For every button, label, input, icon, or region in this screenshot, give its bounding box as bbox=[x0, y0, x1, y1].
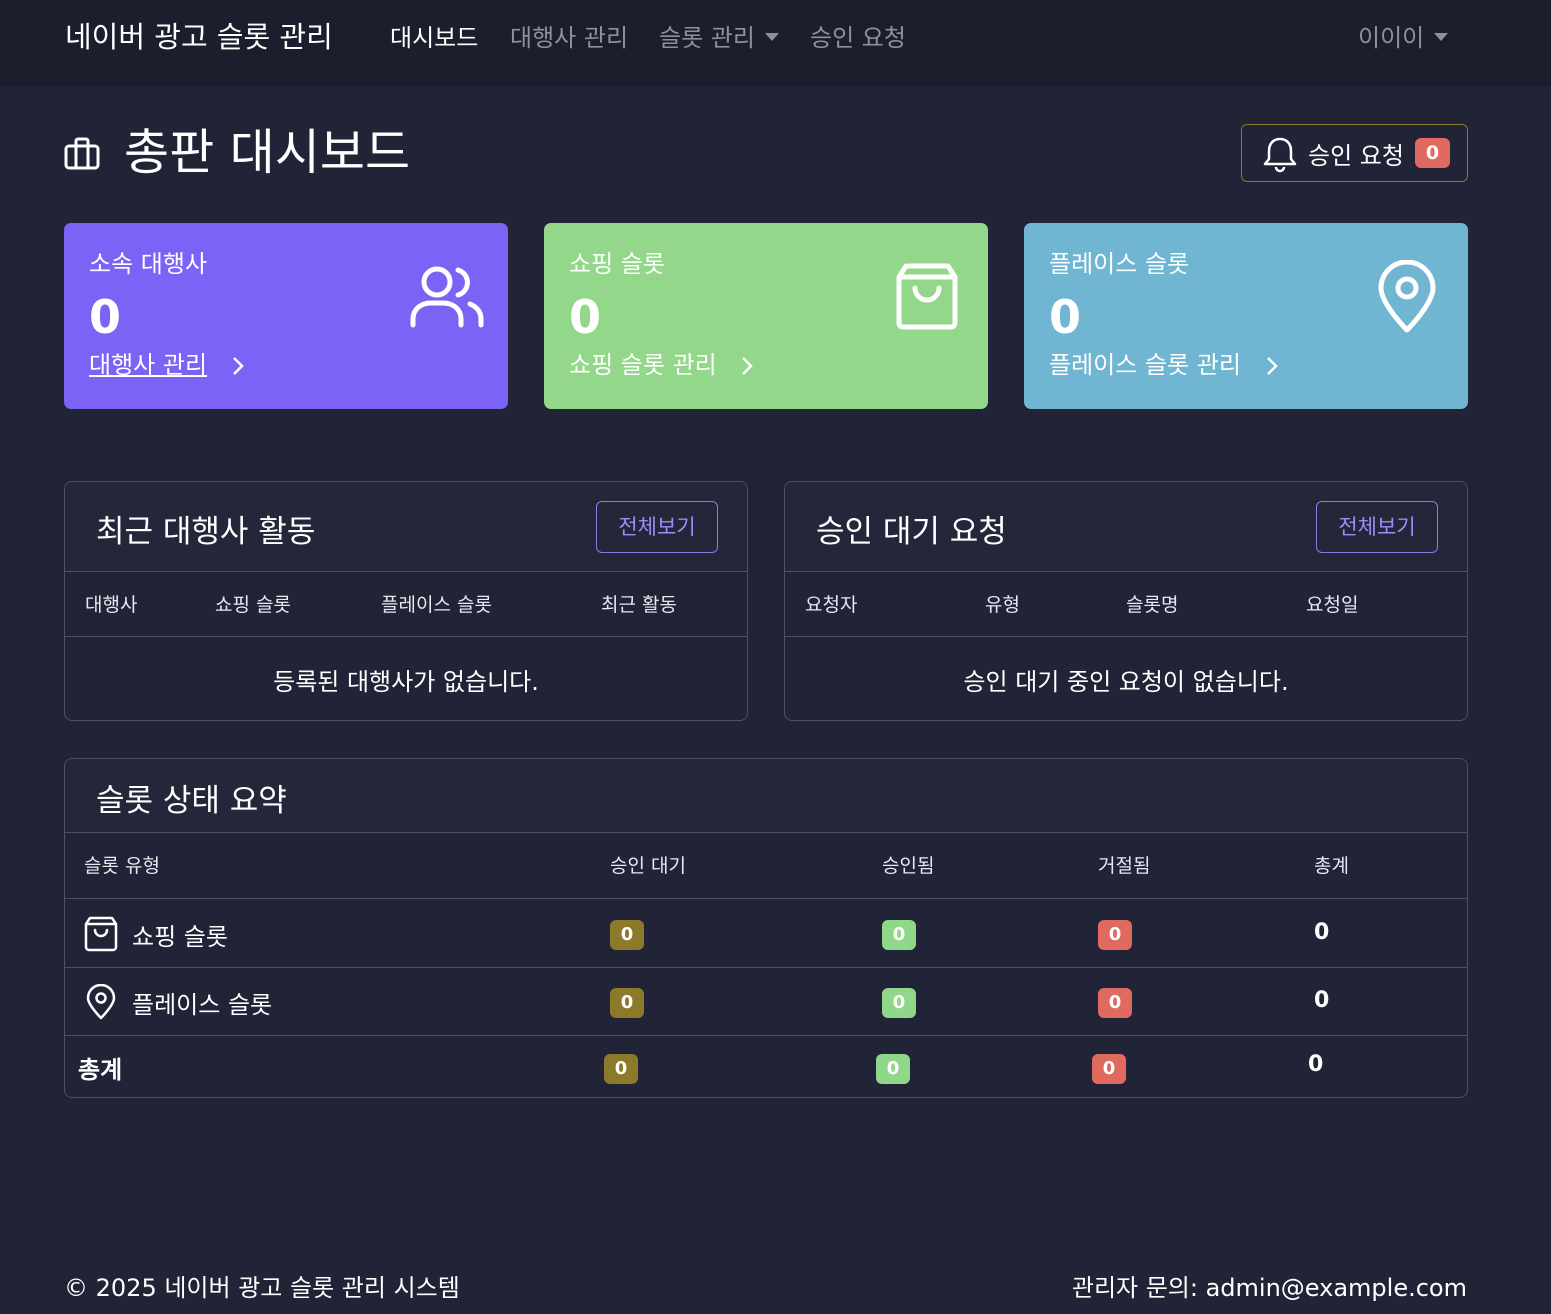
column-header: 승인됨 bbox=[882, 855, 935, 877]
shopping-bag-icon bbox=[84, 916, 118, 952]
column-header: 거절됨 bbox=[1098, 855, 1151, 877]
panel-header: 최근 대행사 활동 전체보기 bbox=[65, 482, 747, 572]
recent-agency-activity-panel: 최근 대행사 활동 전체보기 대행사 쇼핑 슬롯 플레이스 슬롯 최근 활동 등… bbox=[64, 481, 748, 721]
user-menu-dropdown[interactable]: 이이이 bbox=[1358, 18, 1449, 53]
row-total: 0 bbox=[1314, 920, 1330, 945]
pending-count-badge: 0 bbox=[610, 988, 644, 1018]
empty-message: 승인 대기 중인 요청이 없습니다. bbox=[963, 668, 1289, 696]
shopping-bag-icon bbox=[896, 263, 958, 330]
pending-count-badge: 0 bbox=[610, 920, 644, 950]
slot-status-summary-panel: 슬롯 상태 요약 슬롯 유형 승인 대기 승인됨 거절됨 총계 쇼핑 슬롯 0 … bbox=[64, 758, 1468, 1098]
panel-title: 승인 대기 요청 bbox=[816, 514, 1007, 550]
row-total: 0 bbox=[1314, 988, 1330, 1013]
divider bbox=[65, 1035, 1467, 1036]
stat-value: 0 bbox=[1049, 290, 1082, 344]
top-navbar: 네이버 광고 슬롯 관리 대시보드 대행사 관리 슬롯 관리 승인 요청 이이이 bbox=[0, 0, 1551, 82]
column-header: 플레이스 슬롯 bbox=[381, 594, 492, 616]
approved-count-badge: 0 bbox=[882, 988, 916, 1018]
approval-requests-button[interactable]: 승인 요청 0 bbox=[1241, 124, 1468, 182]
slot-type-label: 플레이스 슬롯 bbox=[132, 991, 273, 1019]
nav-agency-management[interactable]: 대행사 관리 bbox=[510, 18, 628, 53]
column-header: 쇼핑 슬롯 bbox=[215, 594, 291, 616]
bell-icon bbox=[1263, 137, 1297, 173]
footer-contact: 관리자 문의: admin@example.com bbox=[1071, 1274, 1467, 1302]
panel-title: 슬롯 상태 요약 bbox=[96, 783, 287, 819]
link-label: 플레이스 슬롯 관리 bbox=[1049, 351, 1241, 379]
rejected-count-badge: 0 bbox=[1098, 988, 1132, 1018]
pending-total-badge: 0 bbox=[604, 1054, 638, 1084]
nav-slot-management-dropdown[interactable]: 슬롯 관리 bbox=[659, 18, 779, 53]
agency-management-link[interactable]: 대행사 관리 bbox=[89, 345, 249, 380]
column-header: 대행사 bbox=[85, 594, 138, 616]
nav-approval-requests[interactable]: 승인 요청 bbox=[810, 18, 906, 53]
chevron-right-icon bbox=[232, 357, 244, 375]
panel-title: 최근 대행사 활동 bbox=[96, 514, 316, 550]
stat-card-agencies: 소속 대행사 0 대행사 관리 bbox=[64, 223, 508, 409]
shopping-slot-management-link[interactable]: 쇼핑 슬롯 관리 bbox=[569, 345, 758, 380]
panel-header: 승인 대기 요청 전체보기 bbox=[785, 482, 1467, 572]
column-header: 승인 대기 bbox=[610, 855, 686, 877]
column-header: 슬롯명 bbox=[1126, 594, 1179, 616]
empty-message: 등록된 대행사가 없습니다. bbox=[273, 668, 539, 696]
link-label: 대행사 관리 bbox=[89, 351, 208, 379]
approved-count-badge: 0 bbox=[882, 920, 916, 950]
link-label: 쇼핑 슬롯 관리 bbox=[569, 351, 717, 379]
column-header: 유형 bbox=[985, 594, 1020, 616]
user-name: 이이이 bbox=[1358, 24, 1425, 52]
rejected-count-badge: 0 bbox=[1098, 920, 1132, 950]
chevron-right-icon bbox=[742, 357, 754, 375]
briefcase-icon bbox=[64, 137, 100, 170]
approval-requests-label: 승인 요청 bbox=[1308, 142, 1404, 170]
column-header: 최근 활동 bbox=[601, 594, 677, 616]
column-header: 요청자 bbox=[805, 594, 858, 616]
approved-total-badge: 0 bbox=[876, 1054, 910, 1084]
total-row-label: 총계 bbox=[78, 1056, 123, 1084]
approval-count-badge: 0 bbox=[1415, 138, 1450, 168]
map-pin-icon bbox=[86, 984, 116, 1020]
chevron-right-icon bbox=[1266, 357, 1278, 375]
slot-type-label: 쇼핑 슬롯 bbox=[132, 923, 228, 951]
stat-card-shopping-slots: 쇼핑 슬롯 0 쇼핑 슬롯 관리 bbox=[544, 223, 988, 409]
nav-slot-management-label: 슬롯 관리 bbox=[659, 24, 755, 52]
rejected-total-badge: 0 bbox=[1092, 1054, 1126, 1084]
view-all-button[interactable]: 전체보기 bbox=[1316, 501, 1438, 553]
stat-title: 소속 대행사 bbox=[89, 250, 208, 278]
page-title: 총판 대시보드 bbox=[124, 124, 411, 181]
divider bbox=[65, 636, 747, 637]
view-all-button[interactable]: 전체보기 bbox=[596, 501, 718, 553]
divider bbox=[785, 636, 1467, 637]
divider bbox=[65, 898, 1467, 899]
panel-header: 슬롯 상태 요약 bbox=[65, 759, 1467, 833]
users-icon bbox=[410, 266, 484, 328]
nav-dashboard[interactable]: 대시보드 bbox=[390, 18, 478, 53]
grand-total: 0 bbox=[1308, 1052, 1324, 1077]
place-slot-management-link[interactable]: 플레이스 슬롯 관리 bbox=[1049, 345, 1283, 380]
footer-copyright: © 2025 네이버 광고 슬롯 관리 시스템 bbox=[64, 1274, 460, 1302]
stat-title: 플레이스 슬롯 bbox=[1049, 250, 1190, 278]
column-header: 요청일 bbox=[1306, 594, 1359, 616]
chevron-down-icon bbox=[1434, 33, 1449, 41]
map-pin-icon bbox=[1378, 260, 1436, 333]
stat-value: 0 bbox=[569, 290, 602, 344]
pending-approval-panel: 승인 대기 요청 전체보기 요청자 유형 슬롯명 요청일 승인 대기 중인 요청… bbox=[784, 481, 1468, 721]
column-header: 총계 bbox=[1314, 855, 1349, 877]
stat-title: 쇼핑 슬롯 bbox=[569, 250, 665, 278]
chevron-down-icon bbox=[764, 33, 779, 41]
stat-card-place-slots: 플레이스 슬롯 0 플레이스 슬롯 관리 bbox=[1024, 223, 1468, 409]
stat-value: 0 bbox=[89, 290, 122, 344]
column-header: 슬롯 유형 bbox=[84, 855, 160, 877]
divider bbox=[65, 967, 1467, 968]
brand-title[interactable]: 네이버 광고 슬롯 관리 bbox=[65, 14, 333, 56]
